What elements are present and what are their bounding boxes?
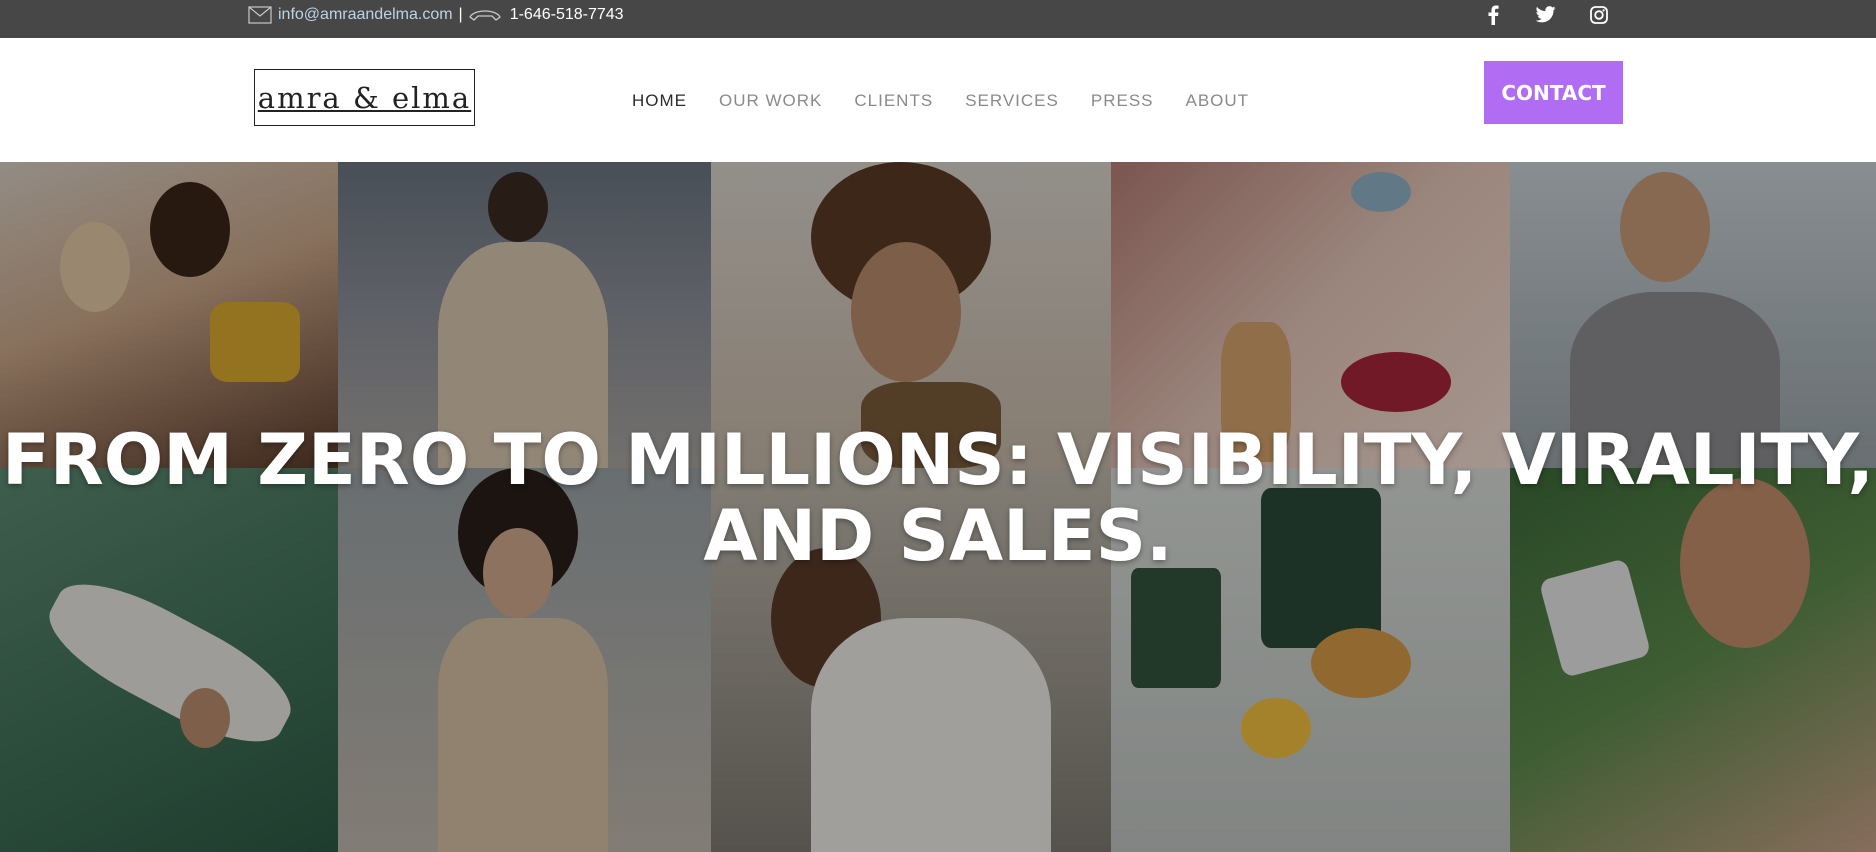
nav-clients[interactable]: CLIENTS [854, 90, 933, 112]
email-link[interactable]: info@amraandelma.com [278, 6, 453, 24]
top-bar: info@amraandelma.com | 1-646-518-7743 [0, 0, 1876, 38]
twitter-icon[interactable] [1536, 5, 1556, 25]
contact-button[interactable]: CONTACT [1484, 61, 1623, 124]
instagram-icon[interactable] [1589, 5, 1609, 25]
nav-press[interactable]: PRESS [1091, 90, 1154, 112]
facebook-icon[interactable] [1483, 5, 1503, 25]
social-links [1483, 0, 1609, 29]
nav-services[interactable]: SERVICES [965, 90, 1059, 112]
site-logo[interactable]: amra & elma [254, 69, 475, 126]
envelope-icon [248, 5, 272, 24]
nav-home[interactable]: HOME [632, 90, 687, 112]
phone-number[interactable]: 1-646-518-7743 [510, 6, 624, 24]
hero-banner: FROM ZERO TO MILLIONS: VISIBILITY, VIRAL… [0, 162, 1876, 852]
separator: | [458, 5, 463, 23]
telephone-icon [468, 7, 502, 23]
hero-headline-line-2: AND SALES. [703, 495, 1173, 577]
main-nav: HOME OUR WORK CLIENTS SERVICES PRESS ABO… [632, 90, 1249, 112]
contact-info: info@amraandelma.com | 1-646-518-7743 [248, 0, 624, 29]
nav-about[interactable]: ABOUT [1186, 90, 1250, 112]
hero-headline: FROM ZERO TO MILLIONS: VISIBILITY, VIRAL… [0, 422, 1876, 574]
site-header: amra & elma HOME OUR WORK CLIENTS SERVIC… [0, 38, 1876, 162]
nav-our-work[interactable]: OUR WORK [719, 90, 822, 112]
hero-headline-line-1: FROM ZERO TO MILLIONS: VISIBILITY, VIRAL… [2, 419, 1874, 501]
